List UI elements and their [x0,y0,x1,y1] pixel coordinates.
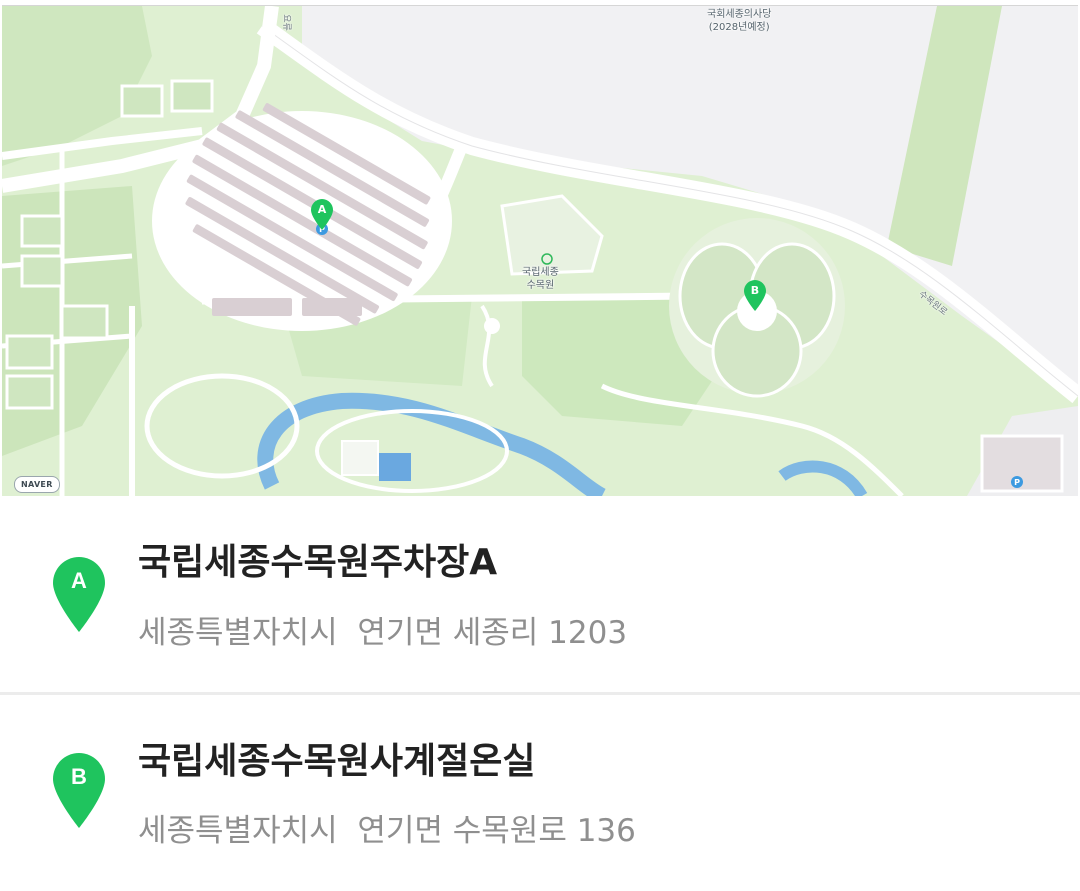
naver-logo: NAVER [14,476,60,493]
map-marker-b[interactable]: B [743,280,767,312]
place-list: A 국립세종수목원주차장A 세종특별자치시 연기면 세종리 1203 B 국립세… [0,496,1080,885]
map-marker-a[interactable]: A [310,199,334,231]
place-item-a[interactable] [0,496,1080,692]
place-address: 세종특별자치시 연기면 세종리 1203 [138,615,628,651]
place-address: 세종특별자치시 연기면 수목원로 136 [138,813,636,849]
place-name[interactable]: 국립세종수목원사계절온실 [138,740,535,784]
place-item-b[interactable] [0,695,1080,891]
place-marker-a: A [50,556,108,634]
map-canvas: P P [2,6,1078,496]
road-label-top: 요류 [280,14,291,31]
place-marker-letter: A [71,568,87,593]
map-marker-letter: A [317,203,327,216]
map-marker-letter: B [750,284,760,297]
svg-text:P: P [1014,478,1020,487]
place-marker-b: B [50,752,108,830]
arboretum-label: 국립세종 수목원 [522,267,559,291]
place-name[interactable]: 국립세종수목원주차장A [138,541,497,585]
map-view[interactable]: P P 국회세종의사당 (2028년예정) 국립세종 수목원 요류 수목원로 A… [2,5,1078,496]
place-marker-letter: B [71,764,87,789]
assembly-label: 국회세종의사당 (2028년예정) [707,9,772,33]
